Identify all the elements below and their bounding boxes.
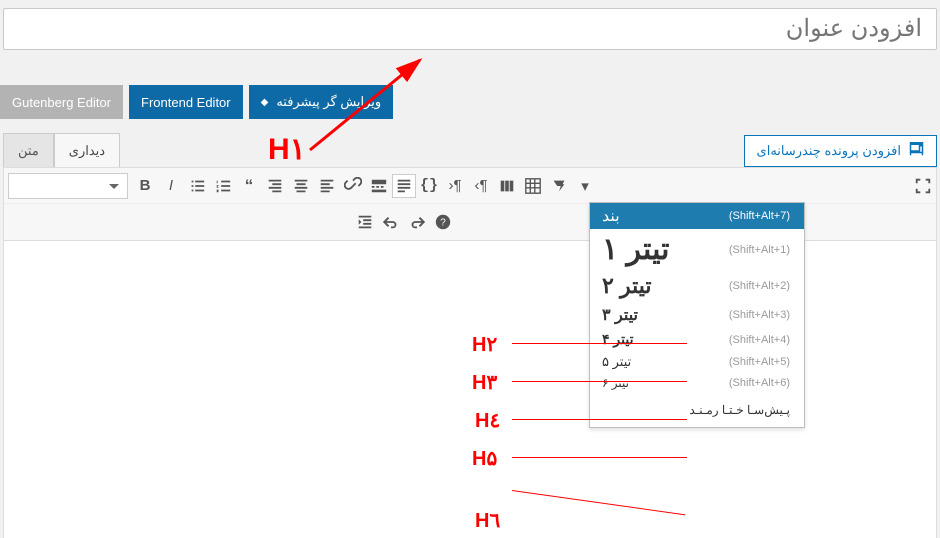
shortcut-label: (Shift+Alt+7)	[729, 210, 790, 222]
svg-text:?: ?	[440, 218, 446, 229]
format-option-h2[interactable]: (Shift+Alt+2) تیتر ۲	[590, 270, 804, 302]
shortcode-button[interactable]: {}	[416, 171, 442, 201]
unordered-list-button[interactable]	[184, 171, 210, 201]
gutenberg-editor-button[interactable]: Gutenberg Editor	[0, 85, 123, 119]
preformatted-label: پـیش‌سـا خـتـا رمـنـد	[604, 403, 790, 417]
h6-label: تیتر ۶	[602, 376, 629, 390]
frontend-editor-label: Frontend Editor	[141, 95, 231, 110]
help-button[interactable]: ?	[430, 207, 456, 237]
column-button[interactable]	[494, 171, 520, 201]
add-media-button[interactable]: افزودن پرونده چندرسانه‌ای	[744, 135, 937, 167]
tab-text[interactable]: متن	[3, 133, 54, 167]
h2-label: تیتر ۲	[602, 273, 651, 299]
format-option-h1[interactable]: (Shift+Alt+1) تیتر ۱	[590, 229, 804, 270]
format-option-preformatted[interactable]: پـیش‌سـا خـتـا رمـنـد	[590, 393, 804, 427]
add-media-label: افزودن پرونده چندرسانه‌ای	[757, 143, 901, 159]
format-option-h4[interactable]: (Shift+Alt+4) تیتر ۴	[590, 328, 804, 351]
format-option-paragraph[interactable]: (Shift+Alt+7) بند	[590, 203, 804, 229]
outdent-button[interactable]	[352, 207, 378, 237]
ltr-button[interactable]: ¶‹	[442, 171, 468, 201]
align-center-button[interactable]	[288, 171, 314, 201]
gutenberg-editor-label: Gutenberg Editor	[12, 95, 111, 110]
advanced-editor-label: ویرایش گر پیشرفته	[276, 94, 381, 110]
h3-label: تیتر ۳	[602, 305, 638, 325]
redo-button[interactable]	[404, 207, 430, 237]
format-option-h3[interactable]: (Shift+Alt+3) تیتر ۳	[590, 302, 804, 328]
align-left-button[interactable]	[314, 171, 340, 201]
blockquote-button[interactable]: “	[236, 171, 262, 201]
shortcut-label: (Shift+Alt+1)	[729, 244, 790, 256]
italic-button[interactable]: I	[158, 171, 184, 201]
table-button[interactable]	[520, 171, 546, 201]
toolbar-toggle-button[interactable]	[392, 174, 416, 198]
shortcut-label: (Shift+Alt+6)	[729, 377, 790, 389]
format-select[interactable]	[8, 173, 128, 199]
ordered-list-button[interactable]	[210, 171, 236, 201]
post-title-input[interactable]	[3, 8, 937, 50]
format-dropdown: (Shift+Alt+7) بند (Shift+Alt+1) تیتر ۱ (…	[589, 202, 805, 428]
shortcut-label: (Shift+Alt+5)	[729, 356, 790, 368]
wpbakery-icon: ◆	[261, 97, 269, 108]
fullscreen-button[interactable]	[910, 171, 936, 201]
format-option-h5[interactable]: (Shift+Alt+5) تیتر ۵	[590, 351, 804, 373]
advanced-editor-button[interactable]: ویرایش گر پیشرفته ◆	[249, 85, 394, 119]
shortcut-label: (Shift+Alt+3)	[729, 309, 790, 321]
h1-label: تیتر ۱	[602, 232, 669, 267]
paragraph-label: بند	[602, 206, 620, 226]
frontend-editor-button[interactable]: Frontend Editor	[129, 85, 243, 119]
tab-text-label: متن	[18, 143, 39, 159]
link-button[interactable]	[340, 171, 366, 201]
h5-label: تیتر ۵	[602, 354, 631, 370]
format-option-h6[interactable]: (Shift+Alt+6) تیتر ۶	[590, 373, 804, 393]
dropdown-caret-button[interactable]: ▾	[572, 171, 598, 201]
shortcut-label: (Shift+Alt+2)	[729, 280, 790, 292]
toggle-icon-button[interactable]	[546, 171, 572, 201]
shortcut-label: (Shift+Alt+4)	[729, 334, 790, 346]
h4-label: تیتر ۴	[602, 331, 634, 348]
bold-button[interactable]: B	[132, 171, 158, 201]
align-right-button[interactable]	[262, 171, 288, 201]
tab-visual-label: دیداری	[69, 143, 105, 159]
insert-more-button[interactable]	[366, 171, 392, 201]
undo-button[interactable]	[378, 207, 404, 237]
camera-icon	[909, 142, 924, 160]
tab-visual[interactable]: دیداری	[54, 133, 120, 167]
editor-toolbar: B I “ {} ¶‹ ¶› ▾ ? (Shift+Alt+7) بند	[3, 167, 937, 241]
rtl-button[interactable]: ¶›	[468, 171, 494, 201]
